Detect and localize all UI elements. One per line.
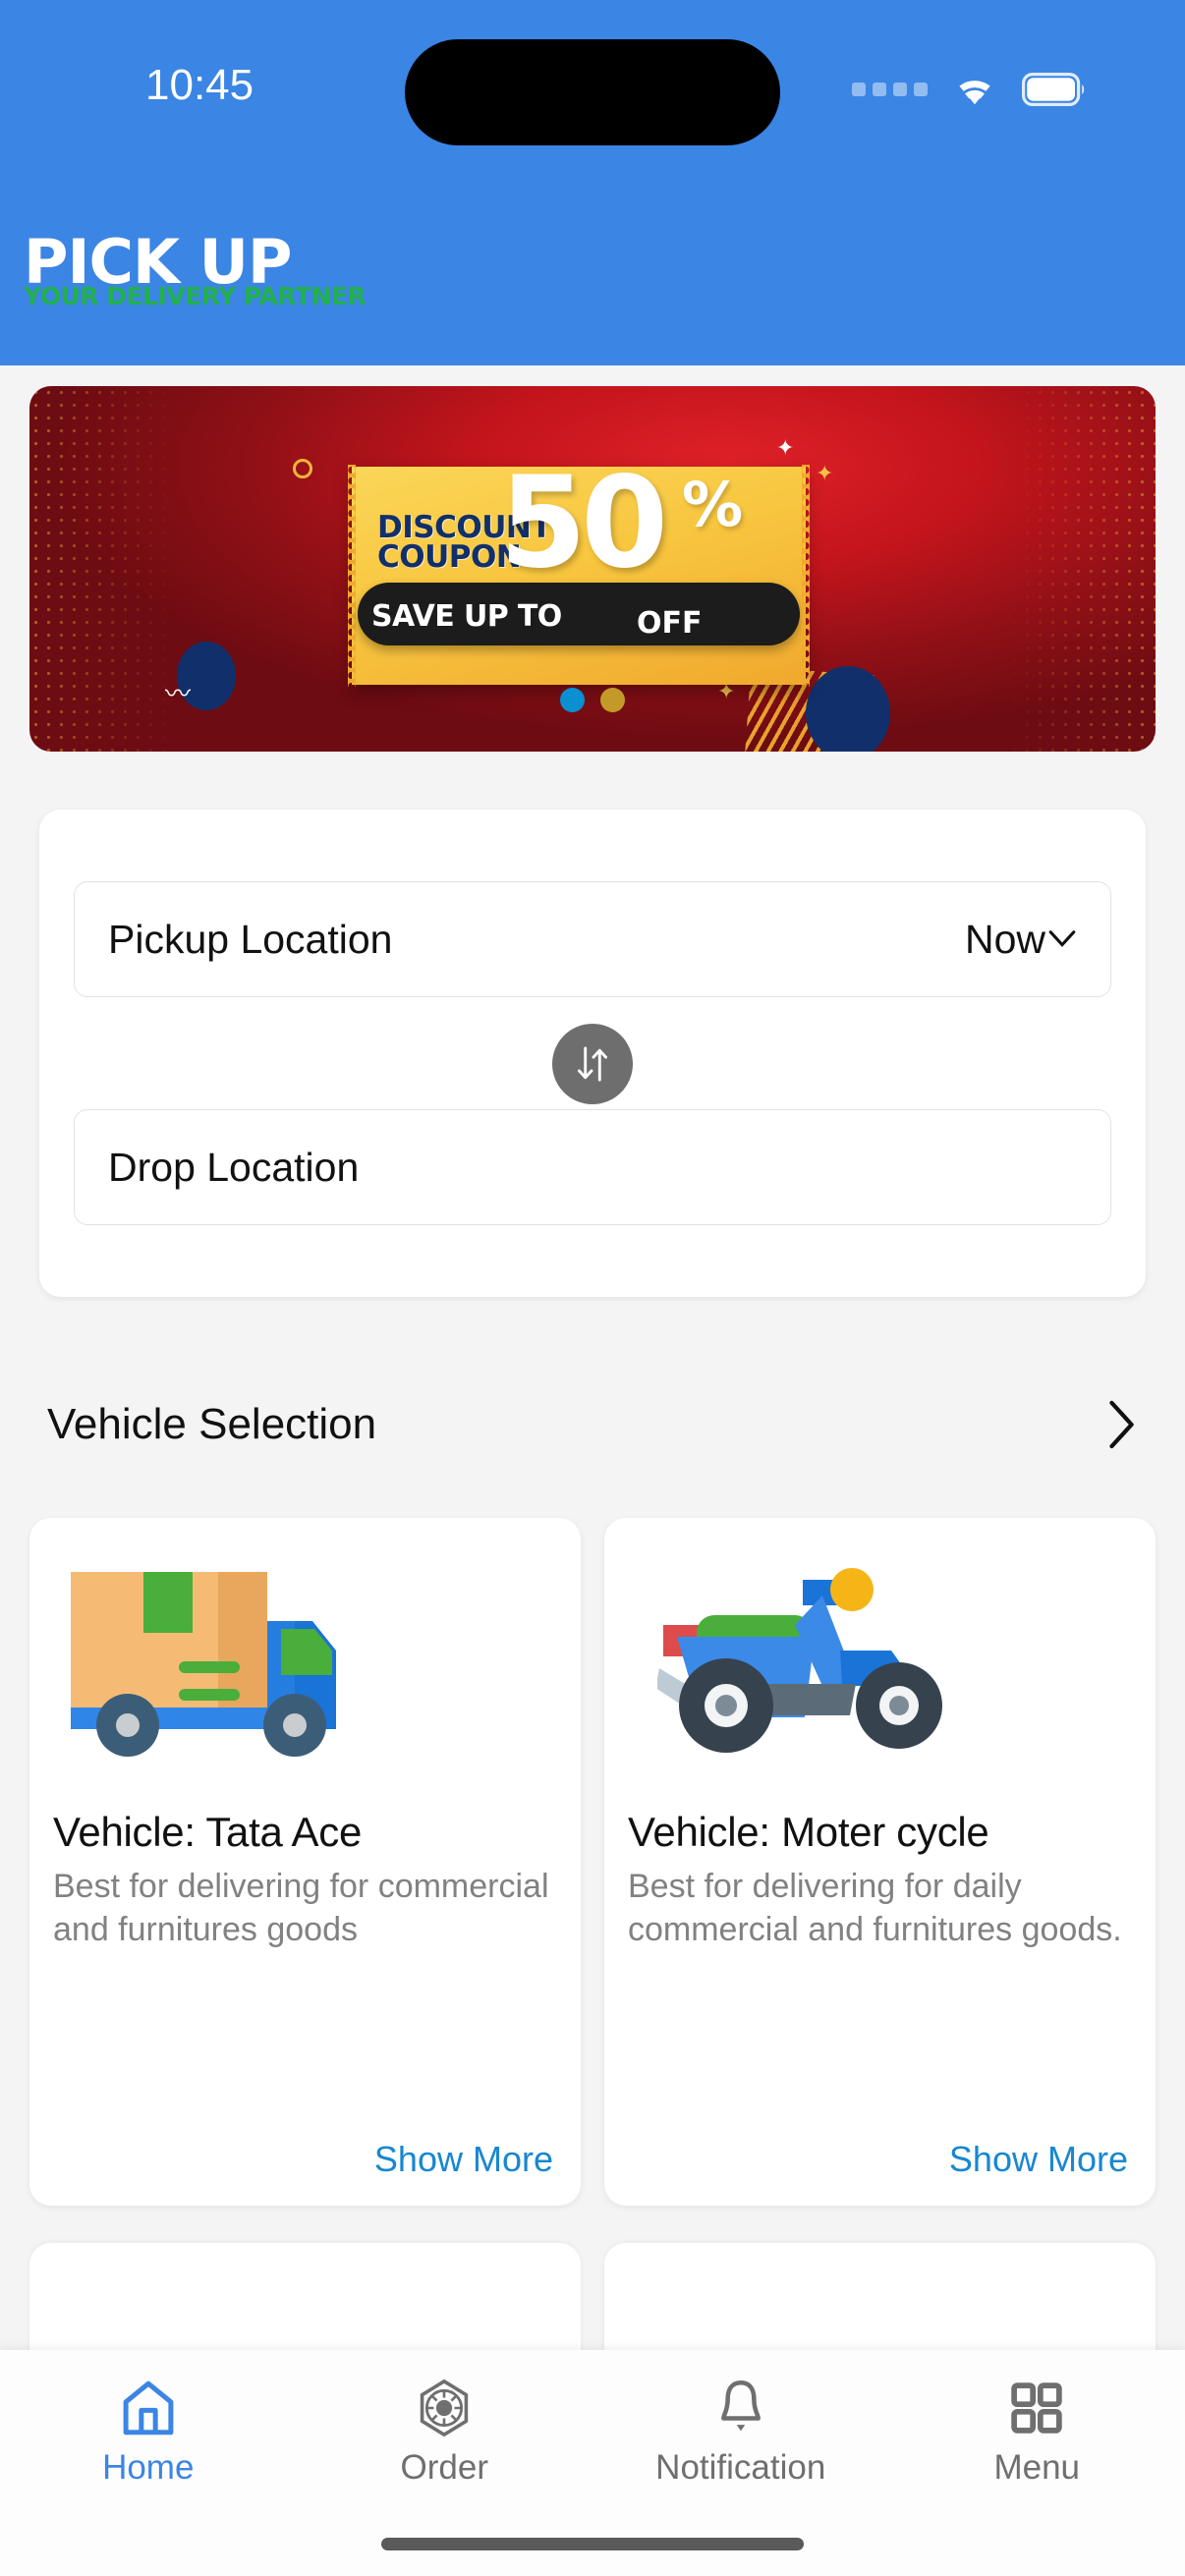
- banner-squiggle-icon: 〰: [165, 679, 192, 708]
- location-card: Pickup Location Now Drop Location: [39, 810, 1146, 1297]
- nav-label-home: Home: [102, 2448, 195, 2487]
- grid-menu-icon: [1011, 2382, 1063, 2434]
- home-indicator[interactable]: [381, 2538, 804, 2550]
- app-header: 10:45 PICK UP YOUR DELIVERY PARTNER: [0, 0, 1185, 365]
- order-icon: [421, 2379, 469, 2437]
- chevron-down-icon: [1048, 930, 1076, 947]
- status-bar-time: 10:45: [145, 61, 254, 109]
- pickup-time-value: Now: [964, 916, 1045, 962]
- dynamic-island: [405, 39, 780, 145]
- banner-sparkle-icon: ✦: [776, 435, 795, 460]
- nav-label-order: Order: [400, 2448, 488, 2487]
- vehicle-card-list: Vehicle: Tata Ace Best for delivering fo…: [29, 1518, 1156, 2206]
- status-bar: 10:45: [0, 0, 1185, 147]
- vehicle-selection-header[interactable]: Vehicle Selection: [47, 1380, 1138, 1469]
- banner-sparkle-icon: ✦: [816, 461, 834, 485]
- bottom-navigation-bar: Home Order Notification Menu: [0, 2350, 1185, 2576]
- show-more-link[interactable]: Show More: [374, 2139, 553, 2180]
- coupon-percent-symbol: %: [682, 469, 744, 540]
- vehicle-description: Best for delivering for daily commercial…: [628, 1868, 1122, 1948]
- pickup-location-label: Pickup Location: [108, 916, 393, 962]
- vehicle-card-list-next-row: [29, 2243, 1156, 2361]
- coupon-ticket: DISCOUNT COUPON 50 % SAVE UP TO OFF: [348, 461, 810, 687]
- vehicle-description: Best for delivering for commercial and f…: [53, 1868, 549, 1948]
- coupon-off-label: OFF: [637, 606, 703, 641]
- coupon-amount: 50: [499, 450, 668, 596]
- vehicle-card[interactable]: [604, 2243, 1156, 2361]
- nav-label-notification: Notification: [655, 2448, 826, 2487]
- nav-item-home[interactable]: Home: [0, 2378, 297, 2576]
- coupon-save-label: SAVE UP TO: [371, 599, 562, 634]
- app-logo: PICK UP YOUR DELIVERY PARTNER: [24, 232, 367, 310]
- vehicle-card[interactable]: Vehicle: Moter cycle Best for delivering…: [604, 1518, 1156, 2206]
- swap-locations-button[interactable]: [552, 1024, 633, 1104]
- logo-tagline: YOUR DELIVERY PARTNER: [24, 281, 367, 310]
- home-icon: [123, 2380, 174, 2436]
- banner-pager-dot-active[interactable]: [560, 688, 585, 712]
- swap-vertical-icon: [577, 1046, 608, 1082]
- nav-item-menu[interactable]: Menu: [889, 2378, 1185, 2576]
- status-bar-indicators: [852, 71, 1087, 108]
- promo-banner[interactable]: ✦ ✦ ✦ 〰 DISCOUNT COUPON 50 % SAVE UP TO …: [29, 386, 1156, 752]
- banner-decor-navy-right: [806, 666, 890, 752]
- vehicle-title: Vehicle: Tata Ace: [53, 1809, 363, 1855]
- vehicle-card[interactable]: [29, 2243, 581, 2361]
- banner-halftone-right: [1008, 386, 1156, 752]
- banner-halftone-left: [29, 386, 177, 752]
- banner-pager-dot-inactive[interactable]: [600, 688, 625, 712]
- banner-decor-circle-small: [293, 459, 312, 478]
- battery-icon: [1022, 73, 1085, 106]
- drop-location-field[interactable]: Drop Location: [74, 1109, 1111, 1225]
- pickup-location-field[interactable]: Pickup Location Now: [74, 881, 1111, 997]
- chevron-right-icon[interactable]: [1106, 1400, 1138, 1449]
- vehicle-selection-title: Vehicle Selection: [47, 1400, 377, 1448]
- show-more-link[interactable]: Show More: [949, 2139, 1128, 2180]
- nav-label-menu: Menu: [993, 2448, 1081, 2487]
- drop-location-label: Drop Location: [108, 1144, 360, 1190]
- pickup-time-dropdown[interactable]: Now: [965, 917, 1077, 963]
- cellular-dots-icon: [852, 83, 928, 96]
- bell-icon: [720, 2380, 761, 2432]
- wifi-icon: [959, 81, 990, 105]
- scooter-illustration: [628, 1545, 1132, 1771]
- banner-pagination[interactable]: [560, 688, 625, 712]
- vehicle-card[interactable]: Vehicle: Tata Ace Best for delivering fo…: [29, 1518, 581, 2206]
- vehicle-title: Vehicle: Moter cycle: [628, 1809, 989, 1855]
- delivery-truck-illustration: [53, 1545, 557, 1771]
